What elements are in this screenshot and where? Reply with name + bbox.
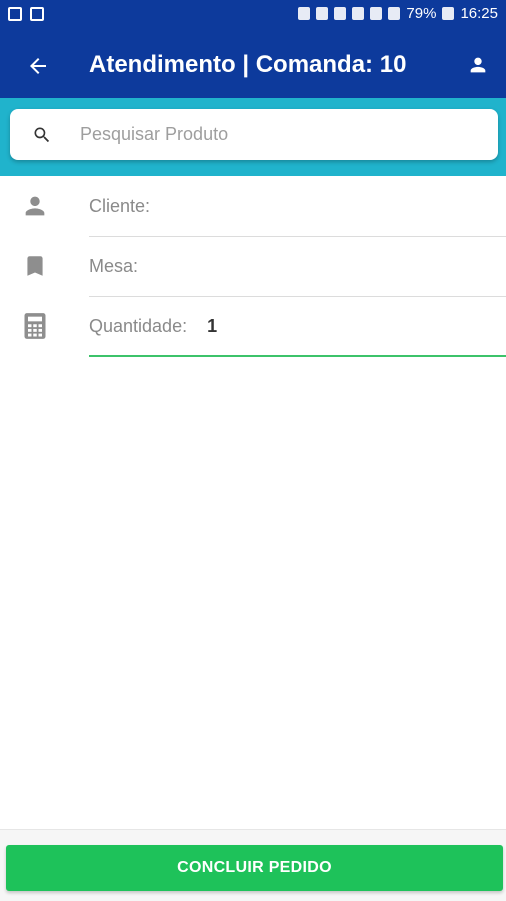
search-box[interactable] [10, 109, 498, 160]
quantidade-label: Quantidade: [89, 315, 188, 336]
battery-icon [442, 7, 455, 20]
calculator-icon [21, 311, 49, 341]
gallery-notification-icon [8, 7, 22, 21]
arrow-back-icon [30, 58, 46, 74]
clock: 16:25 [460, 5, 498, 22]
mesa-label: Mesa: [89, 256, 139, 276]
sim-icon [298, 7, 311, 20]
concluir-pedido-button[interactable]: CONCLUIR PEDIDO [6, 845, 503, 891]
mute-icon [334, 7, 347, 20]
notification-icon [30, 7, 44, 21]
nfc-icon [352, 7, 365, 20]
wifi-icon [370, 7, 383, 20]
mesa-field[interactable]: Mesa: [89, 237, 506, 297]
mesa-row[interactable]: Mesa: [0, 237, 506, 297]
search-band [0, 98, 506, 176]
bluetooth-icon [316, 7, 329, 20]
person-icon [470, 57, 486, 73]
bookmark-icon [21, 251, 49, 281]
app-bar: Atendimento | Comanda: 10 [0, 31, 506, 98]
user-profile-button[interactable] [464, 51, 492, 79]
cliente-field[interactable]: Cliente: [89, 177, 506, 237]
page-title: Atendimento | Comanda: 10 [89, 51, 407, 78]
person-icon [21, 191, 49, 221]
battery-percent: 79% [406, 5, 437, 22]
quantidade-field[interactable]: Quantidade: 1 [89, 297, 506, 357]
footer: CONCLUIR PEDIDO [0, 829, 506, 901]
cliente-row[interactable]: Cliente: [0, 177, 506, 237]
search-icon [31, 124, 53, 146]
cliente-label: Cliente: [89, 196, 151, 216]
signal-icon [388, 7, 401, 20]
search-input[interactable] [78, 123, 462, 146]
status-bar: 79% 16:25 [0, 0, 506, 31]
quantidade-value[interactable]: 1 [207, 316, 217, 337]
back-button[interactable] [22, 50, 54, 82]
quantidade-row[interactable]: Quantidade: 1 [0, 297, 506, 357]
